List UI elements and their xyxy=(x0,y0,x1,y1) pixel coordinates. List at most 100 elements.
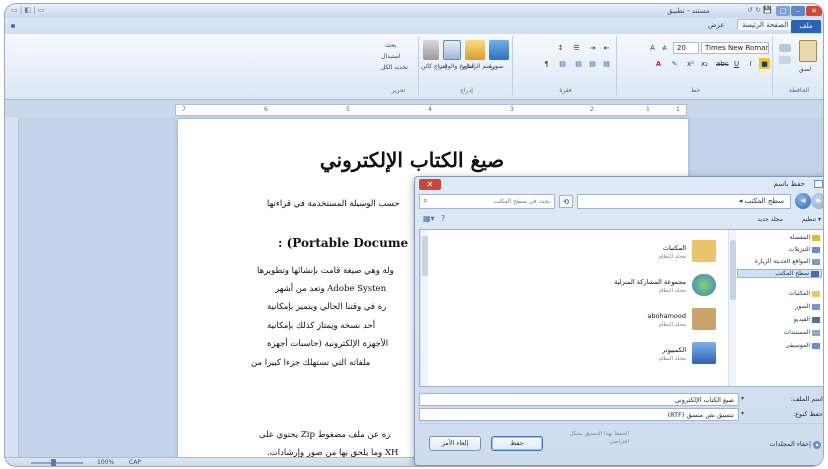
dialog-close-button[interactable]: ✕ xyxy=(419,179,441,190)
grow-font-button[interactable]: A xyxy=(647,42,658,53)
views-icon[interactable]: ▦▾ xyxy=(423,214,435,223)
superscript-button[interactable]: x² xyxy=(685,58,696,69)
calendar-icon[interactable] xyxy=(443,40,461,60)
search-icon[interactable]: ⌕ xyxy=(423,196,427,206)
select-all-button[interactable]: تحديد الكل xyxy=(381,64,408,71)
ruler-tick: 1 xyxy=(676,106,680,113)
cancel-button[interactable]: إلغاء الأمر xyxy=(429,436,481,451)
zoom-slider[interactable] xyxy=(31,462,83,464)
tab-file[interactable]: ملف xyxy=(791,20,821,33)
shrink-font-button[interactable]: A xyxy=(659,42,670,53)
strikethrough-button[interactable]: abc xyxy=(715,58,729,69)
filetype-select[interactable]: تنسيق نص منسق (RTF) xyxy=(419,408,739,421)
file-type: مجلد النظام xyxy=(658,322,686,328)
ruler[interactable]: 7 6 5 4 3 2 1 1 xyxy=(175,104,687,116)
default-format-checkbox[interactable]: الحفظ بهذا التنسيق بشكل افتراضي xyxy=(549,430,629,446)
desktop-icon xyxy=(811,270,819,277)
caps-indicator: CAP xyxy=(129,459,141,466)
find-button[interactable]: بحث xyxy=(385,42,396,49)
ruler-tick: 3 xyxy=(510,106,514,113)
font-size-combo[interactable]: 20 xyxy=(673,42,699,54)
search-input[interactable]: بحث في سطح المكتب xyxy=(419,194,555,209)
insert-object-icon[interactable] xyxy=(423,40,439,60)
nav-item-libraries[interactable]: المكتبات xyxy=(789,290,820,297)
replace-button[interactable]: استبدال xyxy=(381,53,401,60)
close-button[interactable]: ✕ xyxy=(806,6,822,16)
file-item-computer[interactable]: الكمبيوتر مجلد النظام xyxy=(570,340,720,370)
save-button[interactable]: حفظ xyxy=(491,436,543,451)
maximize-button[interactable]: ▢ xyxy=(776,6,790,16)
nav-item-pictures[interactable]: الصور xyxy=(795,303,820,310)
chevron-down-icon[interactable]: ▾ xyxy=(741,410,744,417)
navigation-scrollbar[interactable] xyxy=(728,230,736,386)
help-icon[interactable] xyxy=(11,24,15,28)
dialog-title-bar: ✕ حفظ باسم xyxy=(415,177,823,191)
nav-item-music[interactable]: الموسيقى xyxy=(785,342,820,349)
address-bar[interactable]: سطح المكتب ◂ xyxy=(577,194,791,209)
paste-icon[interactable] xyxy=(799,40,817,62)
align-left-icon[interactable]: ▤ xyxy=(573,58,584,69)
help-icon[interactable]: ? xyxy=(441,214,445,223)
file-item-libraries[interactable]: المكتبات مجلد النظام xyxy=(570,238,720,268)
left-scroll-strip[interactable] xyxy=(5,117,19,457)
minimize-button[interactable]: – xyxy=(791,6,805,16)
paragraph-group-label: فقرة xyxy=(559,87,572,94)
window-system-buttons[interactable]: ▭ | ◧ | ▭ xyxy=(11,6,44,14)
ruler-tick: 4 xyxy=(428,106,432,113)
pencil-icon[interactable]: ✎ xyxy=(669,58,680,69)
nav-item-videos[interactable]: الفيديو xyxy=(794,316,820,323)
highlight-button[interactable]: ■ xyxy=(759,58,770,69)
font-name-combo[interactable]: Times New Roman xyxy=(701,42,769,54)
quick-access-toolbar[interactable]: ↺ ↻ 💾 xyxy=(747,6,772,14)
folder-icon xyxy=(692,240,716,262)
paint-icon[interactable] xyxy=(465,40,485,60)
tab-home[interactable]: الصفحة الرئيسة xyxy=(737,19,794,30)
italic-button[interactable]: I xyxy=(745,58,756,69)
subscript-button[interactable]: x₂ xyxy=(699,58,710,69)
underline-button[interactable]: U xyxy=(731,58,742,69)
nav-item-recent-places[interactable]: المواقع الحديثة الزيارة xyxy=(755,258,820,265)
insert-group-label: إدراج xyxy=(460,87,473,94)
filename-label: اسم الملف: xyxy=(790,395,823,403)
new-folder-button[interactable]: مجلد جديد xyxy=(757,216,783,223)
homegroup-icon xyxy=(692,274,716,296)
scrollbar-thumb[interactable] xyxy=(730,240,736,300)
nav-item-desktop[interactable]: سطح المكتب xyxy=(737,269,822,278)
decrease-indent-icon[interactable]: ⇤ xyxy=(601,42,612,53)
file-item-homegroup[interactable]: مجموعة المشاركة المنزلية مجلد النظام xyxy=(570,272,720,302)
scrollbar-thumb[interactable] xyxy=(422,236,428,276)
file-item-user[interactable]: abohamood مجلد النظام xyxy=(570,306,720,336)
align-right-icon[interactable]: ▤ xyxy=(601,58,612,69)
file-name: المكتبات xyxy=(662,244,686,252)
font-color-button[interactable]: A xyxy=(653,58,664,69)
align-center-icon[interactable]: ▤ xyxy=(587,58,598,69)
file-type: مجلد النظام xyxy=(658,254,686,260)
nav-item-favorites[interactable]: المفضلة xyxy=(790,234,820,241)
nav-item-documents[interactable]: المستندات xyxy=(784,329,820,336)
picture-icon[interactable] xyxy=(489,40,509,60)
document-line: الأجهزة الإلكترونية (حاسبات أجهزة xyxy=(267,339,389,349)
bullets-icon[interactable]: ☰ xyxy=(571,42,582,53)
forward-icon[interactable]: ▸ xyxy=(811,193,823,209)
file-type: مجلد النظام xyxy=(658,356,686,362)
video-icon xyxy=(812,316,820,323)
files-scrollbar[interactable] xyxy=(420,230,428,386)
user-folder-icon xyxy=(692,308,716,330)
hide-folders-button[interactable]: ▴إخفاء المجلدات xyxy=(770,440,821,449)
tab-view[interactable]: عرض xyxy=(708,21,725,29)
cut-icon[interactable] xyxy=(779,44,791,52)
refresh-icon[interactable]: ⟲ xyxy=(559,195,573,208)
rtl-direction-icon[interactable]: ¶ xyxy=(541,58,552,69)
line-spacing-icon[interactable]: ↕ xyxy=(555,42,566,53)
copy-icon[interactable] xyxy=(779,56,791,64)
chevron-down-icon[interactable]: ▾ xyxy=(741,395,744,402)
paragraph-group: ⇤ ⇥ ☰ ↕ ▤ ▤ ▤ ▤ ¶ فقرة xyxy=(515,36,617,96)
filename-input[interactable]: صيغ الكتاب الإلكتروني xyxy=(419,393,739,406)
back-icon[interactable]: ◂ xyxy=(795,193,811,209)
increase-indent-icon[interactable]: ⇥ xyxy=(587,42,598,53)
nav-item-downloads[interactable]: التنزيلات xyxy=(789,246,820,253)
editing-group-label: تحرير xyxy=(391,87,406,94)
justify-icon[interactable]: ▤ xyxy=(557,58,568,69)
organize-button[interactable]: تنظيم ▾ xyxy=(802,216,821,223)
zoom-slider-knob[interactable] xyxy=(51,459,56,466)
